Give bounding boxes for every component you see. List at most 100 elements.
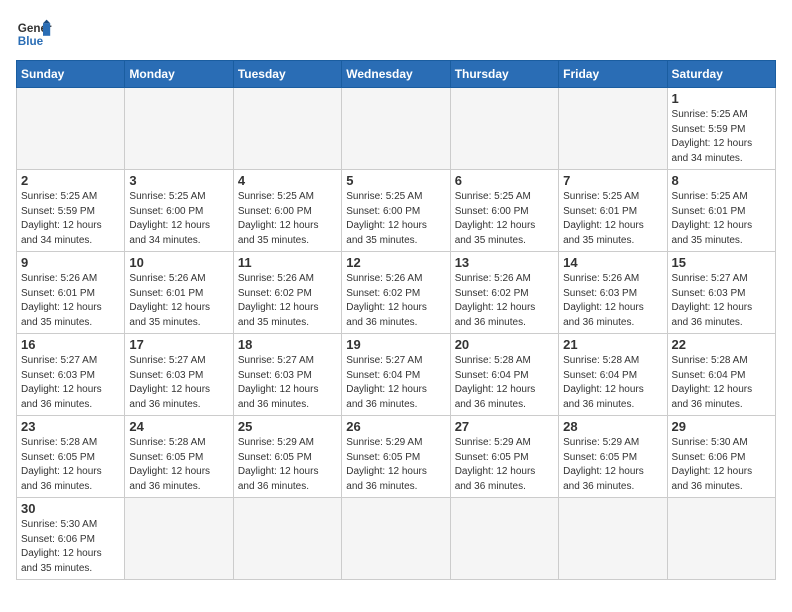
calendar-day-cell (17, 88, 125, 170)
day-number: 10 (129, 255, 228, 270)
calendar-day-cell: 24Sunrise: 5:28 AM Sunset: 6:05 PM Dayli… (125, 416, 233, 498)
day-info: Sunrise: 5:25 AM Sunset: 6:00 PM Dayligh… (346, 190, 445, 248)
day-number: 7 (563, 173, 662, 188)
day-info: Sunrise: 5:27 AM Sunset: 6:03 PM Dayligh… (238, 354, 337, 412)
calendar-day-cell (125, 88, 233, 170)
day-info: Sunrise: 5:26 AM Sunset: 6:01 PM Dayligh… (129, 272, 228, 330)
calendar-day-cell: 5Sunrise: 5:25 AM Sunset: 6:00 PM Daylig… (342, 170, 450, 252)
calendar-day-cell (559, 498, 667, 580)
calendar-header-row: SundayMondayTuesdayWednesdayThursdayFrid… (17, 61, 776, 88)
day-number: 13 (455, 255, 554, 270)
calendar-week-row: 30Sunrise: 5:30 AM Sunset: 6:06 PM Dayli… (17, 498, 776, 580)
logo-icon: General Blue (16, 16, 52, 52)
day-info: Sunrise: 5:29 AM Sunset: 6:05 PM Dayligh… (346, 436, 445, 494)
calendar-day-cell: 19 Sunrise: 5:27 AM Sunset: 6:04 PM Dayli… (342, 334, 450, 416)
calendar-day-cell: 23 Sunrise: 5:28 AM Sunset: 6:05 PM Dayli… (17, 416, 125, 498)
day-info: Sunrise: 5:27 AM Sunset: 6:04 PM Dayligh… (346, 354, 445, 412)
day-number: 15 (672, 255, 771, 270)
day-info: Sunrise: 5:28 AM Sunset: 6:04 PM Dayligh… (672, 354, 771, 412)
day-header-monday: Monday (125, 61, 233, 88)
day-info: Sunrise: 5:28 AM Sunset: 6:04 PM Dayligh… (563, 354, 662, 412)
day-header-wednesday: Wednesday (342, 61, 450, 88)
calendar-table: SundayMondayTuesdayWednesdayThursdayFrid… (16, 60, 776, 580)
calendar-day-cell (233, 498, 341, 580)
calendar-day-cell: 7 Sunrise: 5:25 AM Sunset: 6:01 PM Daylig… (559, 170, 667, 252)
day-info: Sunrise: 5:25 AM Sunset: 6:00 PM Dayligh… (455, 190, 554, 248)
page-header: General Blue (16, 16, 776, 52)
day-header-thursday: Thursday (450, 61, 558, 88)
calendar-day-cell: 4 Sunrise: 5:25 AM Sunset: 6:00 PM Daylig… (233, 170, 341, 252)
day-number: 6 (455, 173, 554, 188)
calendar-day-cell (342, 498, 450, 580)
day-info: Sunrise: 5:30 AM Sunset: 6:06 PM Dayligh… (672, 436, 771, 494)
day-number: 18 (238, 337, 337, 352)
day-number: 3 (129, 173, 228, 188)
day-info: Sunrise: 5:28 AM Sunset: 6:05 PM Dayligh… (21, 436, 120, 494)
day-number: 11 (238, 255, 337, 270)
calendar-day-cell: 2 Sunrise: 5:25 AM Sunset: 5:59 PM Daylig… (17, 170, 125, 252)
day-info: Sunrise: 5:29 AM Sunset: 6:05 PM Dayligh… (563, 436, 662, 494)
day-info: Sunrise: 5:27 AM Sunset: 6:03 PM Dayligh… (21, 354, 120, 412)
day-number: 17 (129, 337, 228, 352)
day-info: Sunrise: 5:25 AM Sunset: 5:59 PM Dayligh… (672, 108, 771, 166)
day-info: Sunrise: 5:25 AM Sunset: 6:01 PM Dayligh… (563, 190, 662, 248)
calendar-day-cell: 11Sunrise: 5:26 AM Sunset: 6:02 PM Dayli… (233, 252, 341, 334)
day-number: 22 (672, 337, 771, 352)
calendar-day-cell: 16Sunrise: 5:27 AM Sunset: 6:03 PM Dayli… (17, 334, 125, 416)
logo: General Blue (16, 16, 52, 52)
day-info: Sunrise: 5:29 AM Sunset: 6:05 PM Dayligh… (238, 436, 337, 494)
calendar-day-cell: 21 Sunrise: 5:28 AM Sunset: 6:04 PM Dayli… (559, 334, 667, 416)
day-header-sunday: Sunday (17, 61, 125, 88)
svg-text:Blue: Blue (18, 35, 44, 48)
calendar-day-cell: 26 Sunrise: 5:29 AM Sunset: 6:05 PM Dayli… (342, 416, 450, 498)
day-info: Sunrise: 5:25 AM Sunset: 5:59 PM Dayligh… (21, 190, 120, 248)
day-number: 2 (21, 173, 120, 188)
calendar-day-cell: 22 Sunrise: 5:28 AM Sunset: 6:04 PM Dayli… (667, 334, 775, 416)
day-number: 28 (563, 419, 662, 434)
calendar-day-cell (125, 498, 233, 580)
calendar-day-cell: 14Sunrise: 5:26 AM Sunset: 6:03 PM Dayli… (559, 252, 667, 334)
calendar-day-cell (233, 88, 341, 170)
calendar-day-cell: 29 Sunrise: 5:30 AM Sunset: 6:06 PM Dayli… (667, 416, 775, 498)
day-number: 21 (563, 337, 662, 352)
day-info: Sunrise: 5:28 AM Sunset: 6:05 PM Dayligh… (129, 436, 228, 494)
day-info: Sunrise: 5:25 AM Sunset: 6:01 PM Dayligh… (672, 190, 771, 248)
day-number: 9 (21, 255, 120, 270)
day-number: 26 (346, 419, 445, 434)
calendar-day-cell (667, 498, 775, 580)
day-number: 19 (346, 337, 445, 352)
day-info: Sunrise: 5:26 AM Sunset: 6:02 PM Dayligh… (346, 272, 445, 330)
calendar-day-cell: 17 Sunrise: 5:27 AM Sunset: 6:03 PM Dayli… (125, 334, 233, 416)
calendar-day-cell: 12 Sunrise: 5:26 AM Sunset: 6:02 PM Dayli… (342, 252, 450, 334)
calendar-day-cell (342, 88, 450, 170)
day-number: 1 (672, 91, 771, 106)
day-info: Sunrise: 5:25 AM Sunset: 6:00 PM Dayligh… (238, 190, 337, 248)
day-number: 23 (21, 419, 120, 434)
calendar-day-cell (559, 88, 667, 170)
calendar-week-row: 23 Sunrise: 5:28 AM Sunset: 6:05 PM Dayli… (17, 416, 776, 498)
calendar-day-cell: 27Sunrise: 5:29 AM Sunset: 6:05 PM Dayli… (450, 416, 558, 498)
day-number: 4 (238, 173, 337, 188)
calendar-week-row: 16Sunrise: 5:27 AM Sunset: 6:03 PM Dayli… (17, 334, 776, 416)
day-header-friday: Friday (559, 61, 667, 88)
calendar-week-row: 1 Sunrise: 5:25 AM Sunset: 5:59 PM Daylig… (17, 88, 776, 170)
day-info: Sunrise: 5:26 AM Sunset: 6:03 PM Dayligh… (563, 272, 662, 330)
day-info: Sunrise: 5:27 AM Sunset: 6:03 PM Dayligh… (129, 354, 228, 412)
day-number: 8 (672, 173, 771, 188)
day-info: Sunrise: 5:29 AM Sunset: 6:05 PM Dayligh… (455, 436, 554, 494)
day-header-saturday: Saturday (667, 61, 775, 88)
day-number: 29 (672, 419, 771, 434)
day-number: 25 (238, 419, 337, 434)
calendar-day-cell: 20Sunrise: 5:28 AM Sunset: 6:04 PM Dayli… (450, 334, 558, 416)
calendar-day-cell: 9 Sunrise: 5:26 AM Sunset: 6:01 PM Daylig… (17, 252, 125, 334)
calendar-day-cell: 15Sunrise: 5:27 AM Sunset: 6:03 PM Dayli… (667, 252, 775, 334)
day-number: 12 (346, 255, 445, 270)
day-info: Sunrise: 5:26 AM Sunset: 6:01 PM Dayligh… (21, 272, 120, 330)
day-number: 20 (455, 337, 554, 352)
calendar-day-cell: 8 Sunrise: 5:25 AM Sunset: 6:01 PM Daylig… (667, 170, 775, 252)
day-info: Sunrise: 5:30 AM Sunset: 6:06 PM Dayligh… (21, 518, 120, 576)
calendar-day-cell: 18 Sunrise: 5:27 AM Sunset: 6:03 PM Dayli… (233, 334, 341, 416)
calendar-day-cell (450, 88, 558, 170)
day-info: Sunrise: 5:26 AM Sunset: 6:02 PM Dayligh… (455, 272, 554, 330)
calendar-day-cell (450, 498, 558, 580)
